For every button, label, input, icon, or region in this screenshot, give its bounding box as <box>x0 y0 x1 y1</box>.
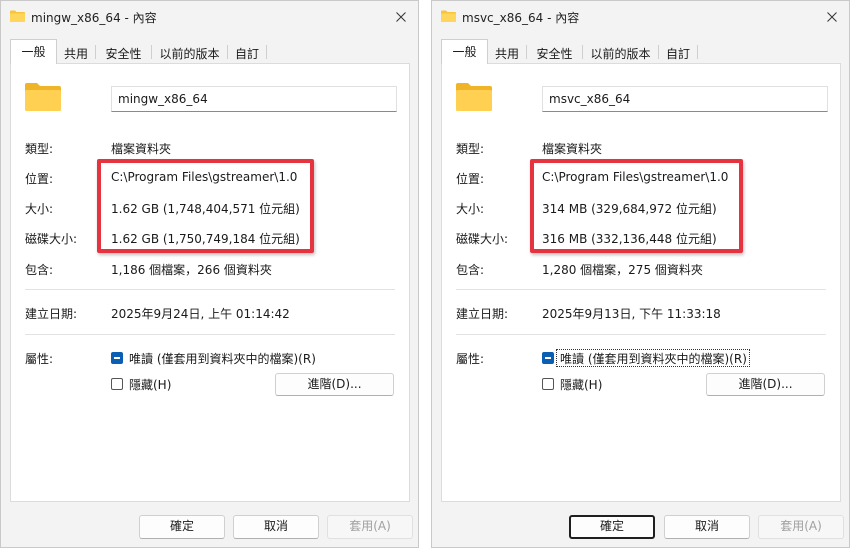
tab-previous-versions[interactable]: 以前的版本 <box>152 42 227 63</box>
general-panel: mingw_x86_64 類型: 檔案資料夾 位置: C:\Program Fi… <box>10 63 410 502</box>
created-value: 2025年9月24日, 上午 01:14:42 <box>111 307 290 321</box>
location-label: 位置: <box>456 172 485 186</box>
tab-customize[interactable]: 自訂 <box>228 42 266 63</box>
general-panel: msvc_x86_64 類型: 檔案資料夾 位置: C:\Program Fil… <box>441 63 841 502</box>
folder-icon <box>25 83 61 111</box>
size-label: 大小: <box>456 202 485 216</box>
hidden-checkbox[interactable] <box>111 378 123 390</box>
title-bar: msvc_x86_64 - 內容 <box>432 1 849 33</box>
hidden-checkbox[interactable] <box>542 378 554 390</box>
folder-icon <box>456 83 492 111</box>
contains-label: 包含: <box>456 263 485 277</box>
advanced-button[interactable]: 進階(D)... <box>275 373 394 396</box>
cancel-button[interactable]: 取消 <box>664 515 750 539</box>
contains-label: 包含: <box>25 263 54 277</box>
created-value: 2025年9月13日, 下午 11:33:18 <box>542 307 721 321</box>
folder-name-input[interactable]: msvc_x86_64 <box>542 86 828 112</box>
ok-button[interactable]: 確定 <box>569 515 655 539</box>
cancel-button[interactable]: 取消 <box>233 515 319 539</box>
tab-general[interactable]: 一般 <box>441 39 488 64</box>
tab-customize[interactable]: 自訂 <box>659 42 697 63</box>
title-bar: mingw_x86_64 - 內容 <box>1 1 418 33</box>
created-label: 建立日期: <box>456 307 509 321</box>
tab-security[interactable]: 安全性 <box>527 42 582 63</box>
close-button[interactable] <box>815 1 849 33</box>
tab-separator <box>266 45 267 59</box>
apply-button[interactable]: 套用(A) <box>758 515 844 539</box>
close-button[interactable] <box>384 1 418 33</box>
hidden-label[interactable]: 隱藏(H) <box>129 376 171 393</box>
location-label: 位置: <box>25 172 54 186</box>
folder-icon <box>10 10 25 22</box>
window-title: msvc_x86_64 - 內容 <box>462 11 580 25</box>
readonly-label[interactable]: 唯讀 (僅套用到資料夾中的檔案)(R) <box>129 350 316 367</box>
window-title: mingw_x86_64 - 內容 <box>31 11 157 25</box>
tab-security[interactable]: 安全性 <box>96 42 151 63</box>
readonly-checkbox[interactable] <box>542 352 554 364</box>
close-icon <box>827 12 837 22</box>
type-label: 類型: <box>25 142 54 156</box>
attributes-label: 屬性: <box>25 352 54 366</box>
type-value: 檔案資料夾 <box>111 142 172 156</box>
tab-previous-versions[interactable]: 以前的版本 <box>583 42 658 63</box>
folder-icon <box>441 10 456 22</box>
divider <box>456 289 826 290</box>
close-icon <box>396 12 406 22</box>
properties-dialog-mingw: mingw_x86_64 - 內容 一般 共用 安全性 以前的版本 自訂 min… <box>0 0 419 548</box>
advanced-button[interactable]: 進階(D)... <box>706 373 825 396</box>
size-on-disk-label: 磁碟大小: <box>456 232 509 246</box>
hidden-label[interactable]: 隱藏(H) <box>560 376 602 393</box>
ok-button[interactable]: 確定 <box>139 515 225 539</box>
size-on-disk-label: 磁碟大小: <box>25 232 78 246</box>
size-label: 大小: <box>25 202 54 216</box>
type-value: 檔案資料夾 <box>542 142 603 156</box>
tab-separator <box>697 45 698 59</box>
tab-sharing[interactable]: 共用 <box>488 42 526 63</box>
created-label: 建立日期: <box>25 307 78 321</box>
divider <box>25 334 395 335</box>
readonly-label[interactable]: 唯讀 (僅套用到資料夾中的檔案)(R) <box>560 350 747 367</box>
attributes-label: 屬性: <box>456 352 485 366</box>
readonly-checkbox[interactable] <box>111 352 123 364</box>
contains-value: 1,186 個檔案，266 個資料夾 <box>111 263 272 277</box>
highlight-box-left <box>97 159 314 253</box>
divider <box>456 334 826 335</box>
type-label: 類型: <box>456 142 485 156</box>
contains-value: 1,280 個檔案，275 個資料夾 <box>542 263 703 277</box>
apply-button[interactable]: 套用(A) <box>327 515 413 539</box>
highlight-box-right <box>530 159 743 253</box>
folder-name-input[interactable]: mingw_x86_64 <box>111 86 397 112</box>
tab-sharing[interactable]: 共用 <box>57 42 95 63</box>
tab-general[interactable]: 一般 <box>10 39 57 64</box>
properties-dialog-msvc: msvc_x86_64 - 內容 一般 共用 安全性 以前的版本 自訂 msvc… <box>431 0 850 548</box>
divider <box>25 289 395 290</box>
